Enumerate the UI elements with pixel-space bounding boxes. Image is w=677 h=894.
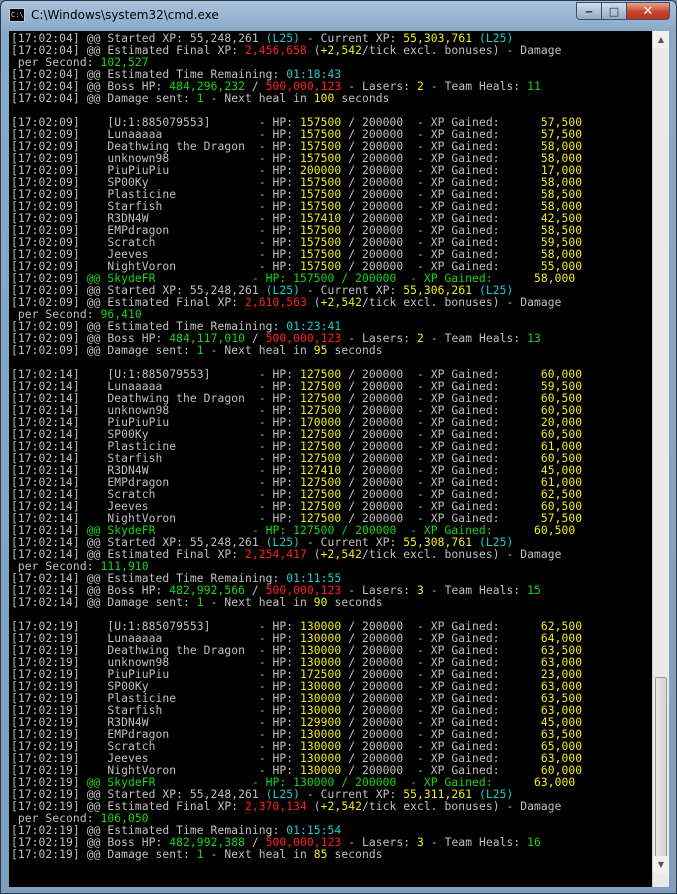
window-controls: ‒ □ ✕ (576, 2, 670, 21)
console-text-segment: - Next heal in (203, 596, 314, 609)
console-text-segment: 58,000 (534, 272, 576, 285)
console-text-segment: - Team Heals: (423, 332, 528, 345)
console-text-segment: 1 (196, 848, 204, 861)
console-text-segment: 3 (417, 584, 424, 597)
console-text-segment: - Team Heals: (423, 836, 528, 849)
console-text-segment: [17:02:19] @@ Damage sent: (11, 848, 197, 861)
scroll-down-arrow-icon[interactable]: ▼ (653, 856, 669, 873)
console-text-segment: 2,370,134 (244, 800, 307, 813)
console-text-segment: seconds (327, 596, 383, 609)
cmd-app-icon[interactable]: C:\ (9, 8, 25, 22)
console-text-segment: 90 (313, 596, 328, 609)
console-text-segment: [17:02:14] @@ Damage sent: (11, 596, 197, 609)
console-text-segment: 11 (527, 80, 541, 93)
console-text-segment: 1 (196, 92, 204, 105)
console-text-segment: 63,000 (534, 776, 576, 789)
window-title: C:\Windows\system32\cmd.exe (31, 8, 219, 22)
title-bar[interactable]: C:\ C:\Windows\system32\cmd.exe ‒ □ ✕ (1, 1, 676, 29)
maximize-button[interactable]: □ (602, 2, 627, 20)
console-text-segment: ( (306, 548, 321, 561)
console-line: [17:02:04] @@ Damage sent: 1 - Next heal… (11, 93, 390, 105)
console-text-segment: 2,254,417 (244, 548, 307, 561)
console-text-segment: +2,542 (320, 548, 362, 561)
console-text-segment: ( (306, 296, 321, 309)
console-text-segment: 100 (313, 92, 335, 105)
console-text-segment: +2,542 (320, 296, 362, 309)
minimize-button[interactable]: ‒ (576, 2, 602, 20)
console-line: [17:02:19] @@ Damage sent: 1 - Next heal… (11, 849, 383, 861)
console-text-segment: 2,610,563 (244, 296, 307, 309)
console-text-segment: 2,456,658 (244, 44, 307, 57)
console-text-segment: 1 (196, 344, 204, 357)
vertical-scrollbar[interactable]: ▲ ▼ (652, 31, 669, 887)
console-text-segment: 95 (313, 344, 328, 357)
console-text-segment: 2 (417, 80, 424, 93)
console-text-segment: /tick excl. bonuses) - Damage (361, 44, 562, 57)
console-text-segment: - Next heal in (203, 848, 314, 861)
console-text-segment: [17:02:04] @@ Damage sent: (11, 92, 197, 105)
close-button[interactable]: ✕ (627, 2, 670, 20)
scroll-up-arrow-icon[interactable]: ▲ (653, 31, 669, 48)
scrollbar-thumb[interactable] (655, 677, 667, 867)
console-line: [17:02:14] @@ Damage sent: 1 - Next heal… (11, 597, 383, 609)
console-text-segment: - Next heal in (203, 92, 314, 105)
console-text-segment: [17:02:09] @@ Damage sent: (11, 344, 197, 357)
console-text-segment: 1 (196, 596, 204, 609)
console-text-segment: - Team Heals: (423, 584, 528, 597)
console-text-segment: - Team Heals: (423, 80, 528, 93)
console-text-segment: 13 (527, 332, 541, 345)
console-text-segment: +2,542 (320, 44, 362, 57)
console-text-segment: 15 (527, 584, 541, 597)
console-text-segment: 2 (417, 332, 424, 345)
console-text-segment: 85 (313, 848, 328, 861)
console-text-segment: seconds (327, 848, 383, 861)
console-output[interactable]: [17:02:04] @@ Started XP: 55,248,261 (L2… (9, 31, 652, 887)
console-text-segment: ( (306, 800, 321, 813)
console-text-segment: - Next heal in (203, 344, 314, 357)
console-text-segment: seconds (334, 92, 390, 105)
console-text-segment: 60,500 (534, 524, 576, 537)
console-text-segment: /tick excl. bonuses) - Damage (361, 548, 562, 561)
console-text-segment: seconds (327, 344, 383, 357)
console-text-segment: /tick excl. bonuses) - Damage (361, 800, 562, 813)
console-text-segment: 16 (527, 836, 541, 849)
console-line: [17:02:09] @@ Damage sent: 1 - Next heal… (11, 345, 383, 357)
console-text-segment: 3 (417, 836, 424, 849)
console-text-segment: ( (306, 44, 321, 57)
cmd-window: C:\ C:\Windows\system32\cmd.exe ‒ □ ✕ [1… (0, 0, 677, 894)
console-text-segment: /tick excl. bonuses) - Damage (361, 296, 562, 309)
console-text-segment: +2,542 (320, 800, 362, 813)
